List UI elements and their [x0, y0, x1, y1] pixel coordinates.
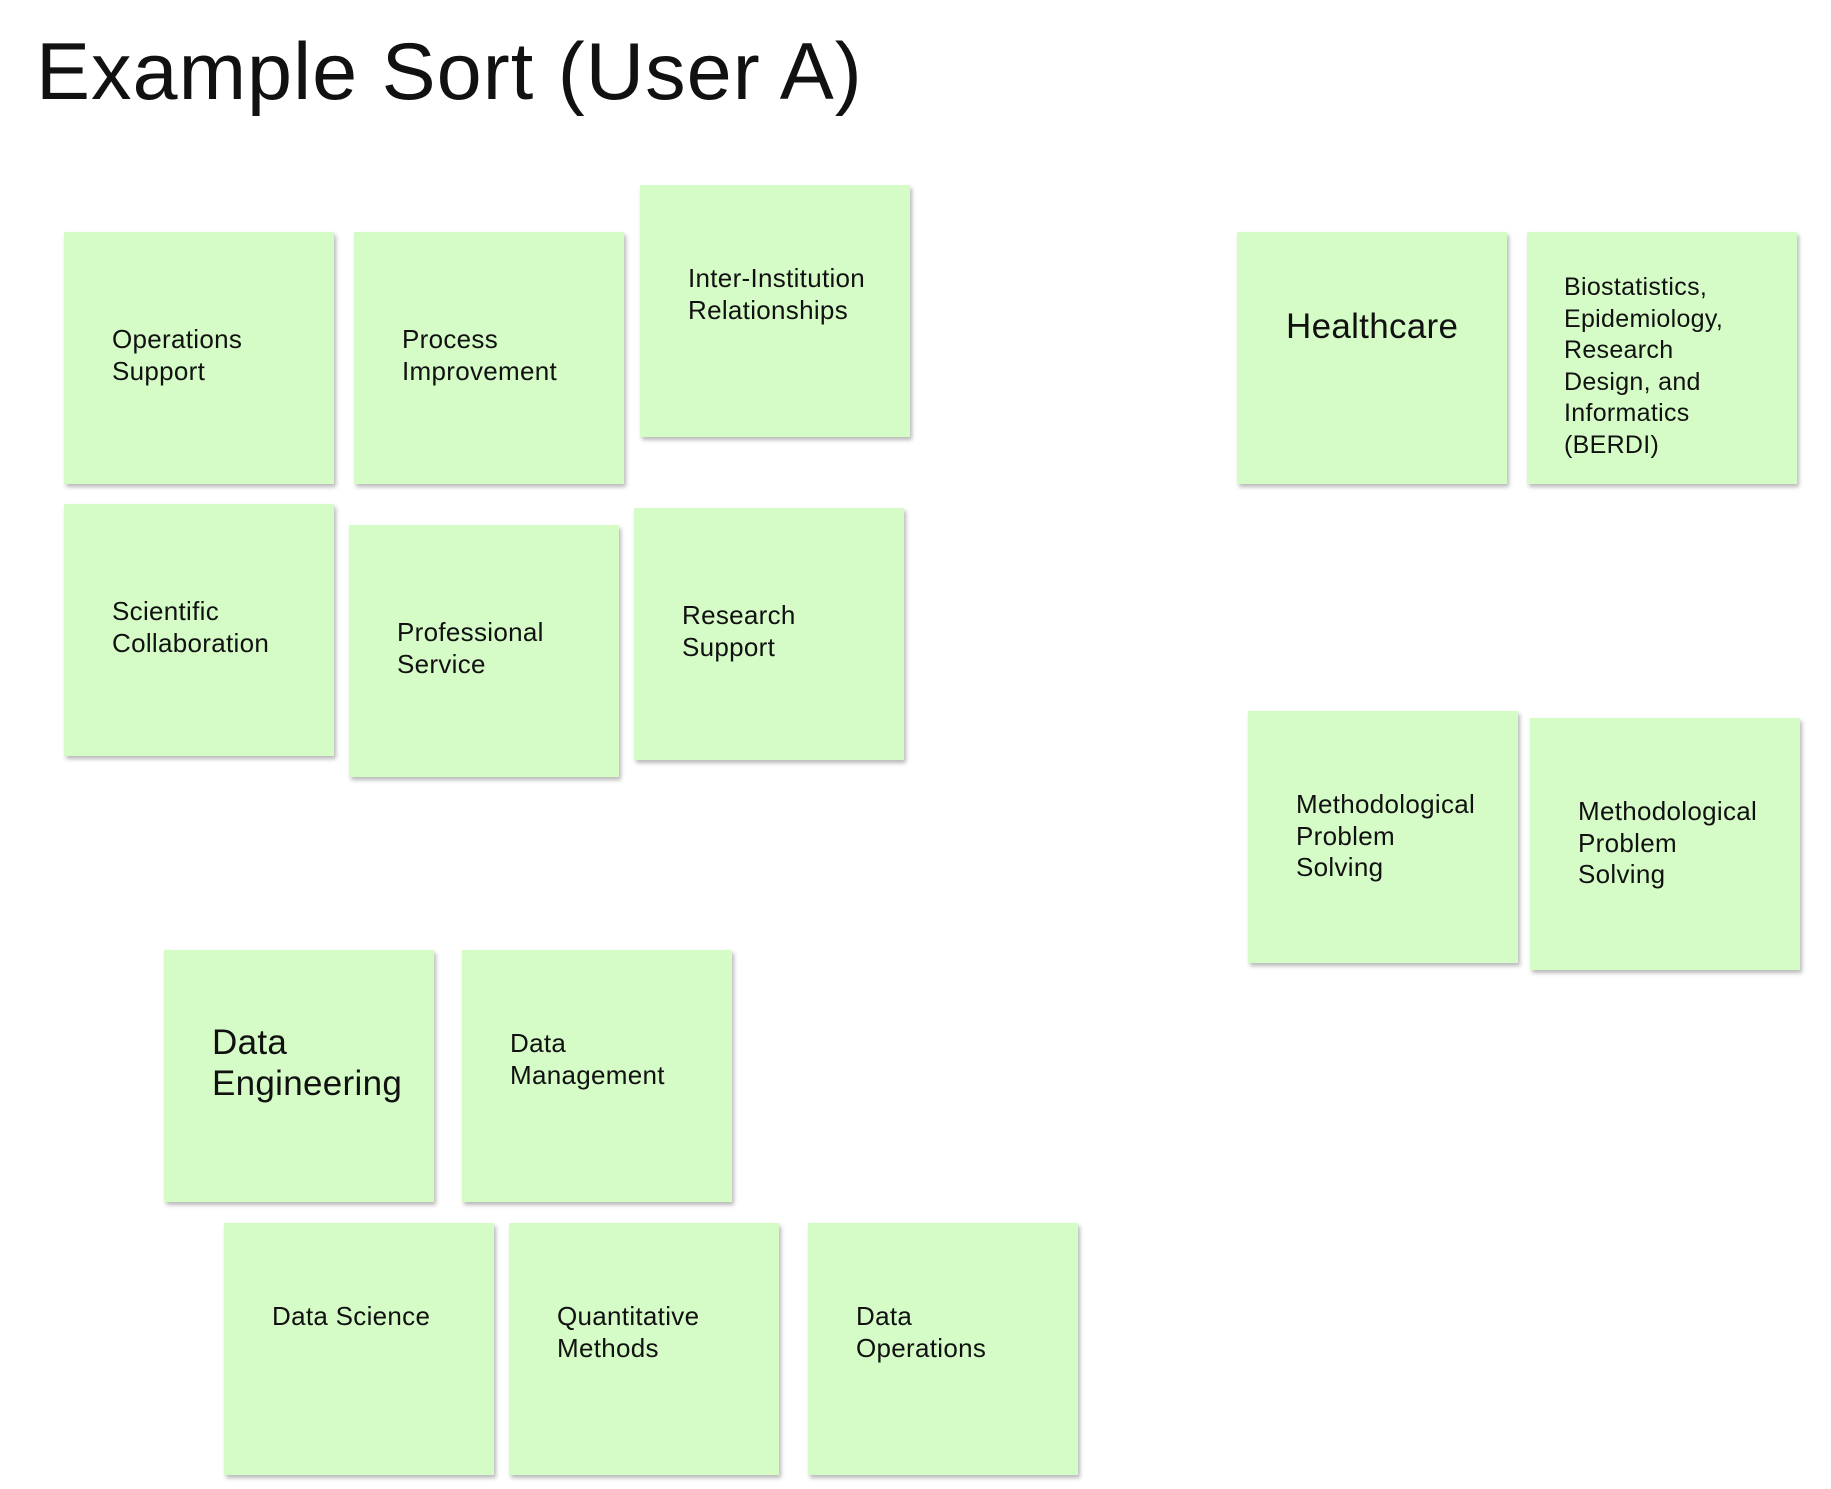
sticky-note-methodological-problem-solving-2[interactable]: Methodological Problem Solving	[1530, 718, 1800, 970]
sticky-note-professional-service[interactable]: Professional Service	[349, 525, 619, 777]
sticky-note-operations-support[interactable]: Operations Support	[64, 232, 334, 484]
sticky-note-text: Methodological Problem Solving	[1578, 796, 1758, 890]
sticky-note-inter-institution-relationships[interactable]: Inter-Institution Relationships	[640, 185, 910, 437]
sticky-note-text: Operations Support	[112, 324, 243, 386]
sticky-note-text: Data Engineering	[212, 1023, 403, 1104]
sticky-note-quantitative-methods[interactable]: Quantitative Methods	[509, 1223, 779, 1475]
sticky-note-berdi[interactable]: Biostatistics, Epidemiology, Research De…	[1527, 232, 1797, 484]
sticky-note-methodological-problem-solving-1[interactable]: Methodological Problem Solving	[1248, 711, 1518, 963]
sticky-note-healthcare[interactable]: Healthcare	[1237, 232, 1507, 484]
sticky-note-research-support[interactable]: Research Support	[634, 508, 904, 760]
sticky-note-text: Research Support	[682, 600, 796, 662]
sticky-note-data-engineering[interactable]: Data Engineering	[164, 950, 434, 1202]
sticky-note-scientific-collaboration[interactable]: Scientific Collaboration	[64, 504, 334, 756]
sticky-note-text: Inter-Institution Relationships	[688, 263, 866, 325]
sticky-note-text: Professional Service	[397, 617, 544, 679]
sticky-note-text: Methodological Problem Solving	[1296, 789, 1476, 883]
sticky-note-data-science[interactable]: Data Science	[224, 1223, 494, 1475]
sticky-note-data-management[interactable]: Data Management	[462, 950, 732, 1202]
sticky-note-text: Healthcare	[1286, 307, 1459, 346]
sticky-note-text: Data Operations	[856, 1301, 987, 1363]
sticky-note-text: Scientific Collaboration	[112, 596, 270, 658]
sticky-note-process-improvement[interactable]: Process Improvement	[354, 232, 624, 484]
sticky-note-text: Data Science	[272, 1301, 431, 1331]
sticky-note-text: Data Management	[510, 1028, 665, 1090]
sticky-note-text: Process Improvement	[402, 324, 558, 386]
sticky-note-text: Biostatistics, Epidemiology, Research De…	[1564, 273, 1724, 459]
sticky-note-text: Quantitative Methods	[557, 1301, 700, 1363]
board-title: Example Sort (User A)	[36, 27, 863, 117]
sticky-note-data-operations[interactable]: Data Operations	[808, 1223, 1078, 1475]
